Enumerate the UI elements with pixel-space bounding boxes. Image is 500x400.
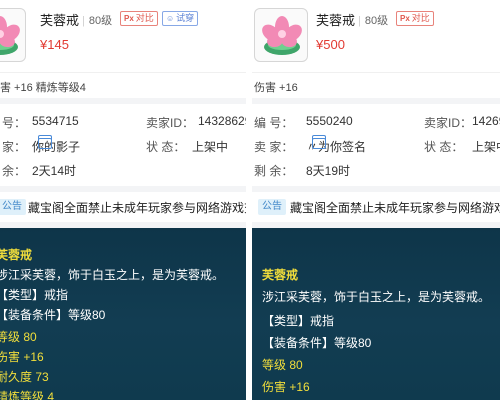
item-name: 芙蓉戒 — [40, 13, 80, 28]
item-description: 芙蓉戒 涉江采芙蓉，饰于白玉之上，是为芙蓉戒。 【类型】戒指 【装备条件】等级8… — [252, 228, 500, 400]
desc-requirement: 【装备条件】等级80 — [0, 308, 106, 322]
seller-id-label: 卖家ID： — [424, 116, 473, 130]
seller-label: 家： — [2, 140, 27, 154]
item-thumbnail[interactable] — [254, 8, 308, 62]
left-listing-panel: 芙蓉戒 | 80级 Px 对比 ☺ 试穿 ¥145 害 +16 精炼等级4 号： 55… — [0, 0, 246, 400]
desc-level: 等级 80 — [0, 330, 37, 344]
right-listing-panel: 芙蓉戒 | 80级 Px 对比 ¥500 伤害 +16 编 号： 5550240 卖… — [252, 0, 500, 400]
serial-value: 5534715 — [32, 114, 79, 128]
item-header: 芙蓉戒 | 80级 Px 对比 ¥500 — [252, 0, 500, 72]
notice-tag: 公告 — [258, 199, 286, 215]
lotus-ring-icon — [0, 16, 20, 55]
item-thumbnail[interactable] — [0, 8, 26, 62]
desc-name: 芙蓉戒 — [0, 248, 33, 262]
desc-name: 芙蓉戒 — [262, 268, 299, 282]
notice-text: 藏宝阁全面禁止未成年玩家参与网络游戏交易 — [290, 201, 500, 215]
seller-id-value: 14328629 — [198, 114, 246, 128]
desc-refine: 精炼等级 4 — [0, 390, 55, 400]
item-price: ¥500 — [316, 37, 345, 52]
shop-icon[interactable] — [312, 135, 326, 149]
status-label: 状 态： — [146, 140, 186, 154]
shop-icon[interactable] — [38, 135, 52, 149]
notice-bar[interactable]: 公告 藏宝阁全面禁止未成年玩家参与网络游戏交易 — [0, 192, 246, 222]
notice-text: 藏宝阁全面禁止未成年玩家参与网络游戏交易 — [28, 201, 246, 215]
compare-button[interactable]: Px 对比 — [120, 11, 158, 26]
desc-durability: 耐久度 73 — [0, 370, 49, 384]
status-label: 状 态： — [424, 140, 464, 154]
desc-type: 【类型】戒指 — [262, 314, 335, 328]
item-name: 芙蓉戒 — [316, 13, 356, 28]
item-description: 芙蓉戒 涉江采芙蓉，饰于白玉之上，是为芙蓉戒。 【类型】戒指 【装备条件】等级8… — [0, 228, 246, 400]
desc-type: 【类型】戒指 — [0, 288, 69, 302]
remaining-value: 2天14时 — [32, 164, 77, 178]
desc-requirement: 【装备条件】等级80 — [262, 336, 372, 350]
status-value: 上架中 — [192, 140, 229, 154]
seller-id-label: 卖家ID： — [146, 116, 195, 130]
serial-label: 编 号： — [254, 116, 294, 130]
seller-label: 卖 家： — [254, 140, 294, 154]
notice-bar[interactable]: 公告 藏宝阁全面禁止未成年玩家参与网络游戏交易 — [252, 192, 500, 222]
trade-info-card: 编 号： 5550240 卖家ID： 14269 卖 家： 〃为你签名 状 态：… — [252, 104, 500, 186]
try-on-icon: ☺ — [166, 14, 175, 23]
desc-flavor: 涉江采芙蓉，饰于白玉之上，是为芙蓉戒。 — [262, 290, 491, 304]
desc-damage: 伤害 +16 — [0, 350, 44, 364]
compare-icon: Px — [124, 14, 134, 23]
item-header: 芙蓉戒 | 80级 Px 对比 ☺ 试穿 ¥145 — [0, 0, 246, 72]
desc-level: 等级 80 — [262, 358, 303, 372]
item-level: | 80级 — [358, 15, 389, 27]
remaining-label: 余： — [2, 164, 27, 178]
remaining-label: 剩 余： — [254, 164, 294, 178]
trade-info-card: 号： 5534715 卖家ID： 14328629 家： 你的影子 状 态： 上… — [0, 104, 246, 186]
lotus-ring-icon — [262, 16, 302, 55]
stats-line: 伤害 +16 — [254, 82, 298, 94]
remaining-value: 8天19时 — [306, 164, 351, 178]
item-level: | 80级 — [82, 15, 113, 27]
item-price: ¥145 — [40, 37, 69, 52]
item-stats: 伤害 +16 — [252, 72, 500, 98]
compare-icon: Px — [400, 14, 410, 23]
seller-id-value: 14269 — [472, 114, 500, 128]
item-stats: 害 +16 精炼等级4 — [0, 72, 246, 98]
compare-button[interactable]: Px 对比 — [396, 11, 434, 26]
stats-line: 害 +16 精炼等级4 — [0, 82, 86, 94]
serial-label: 号： — [2, 116, 27, 130]
try-on-button[interactable]: ☺ 试穿 — [162, 11, 199, 26]
notice-tag: 公告 — [0, 199, 26, 215]
desc-flavor: 涉江采芙蓉，饰于白玉之上，是为芙蓉戒。 — [0, 268, 225, 282]
status-value: 上架中 — [472, 140, 500, 154]
serial-value: 5550240 — [306, 114, 353, 128]
desc-damage: 伤害 +16 — [262, 380, 310, 394]
